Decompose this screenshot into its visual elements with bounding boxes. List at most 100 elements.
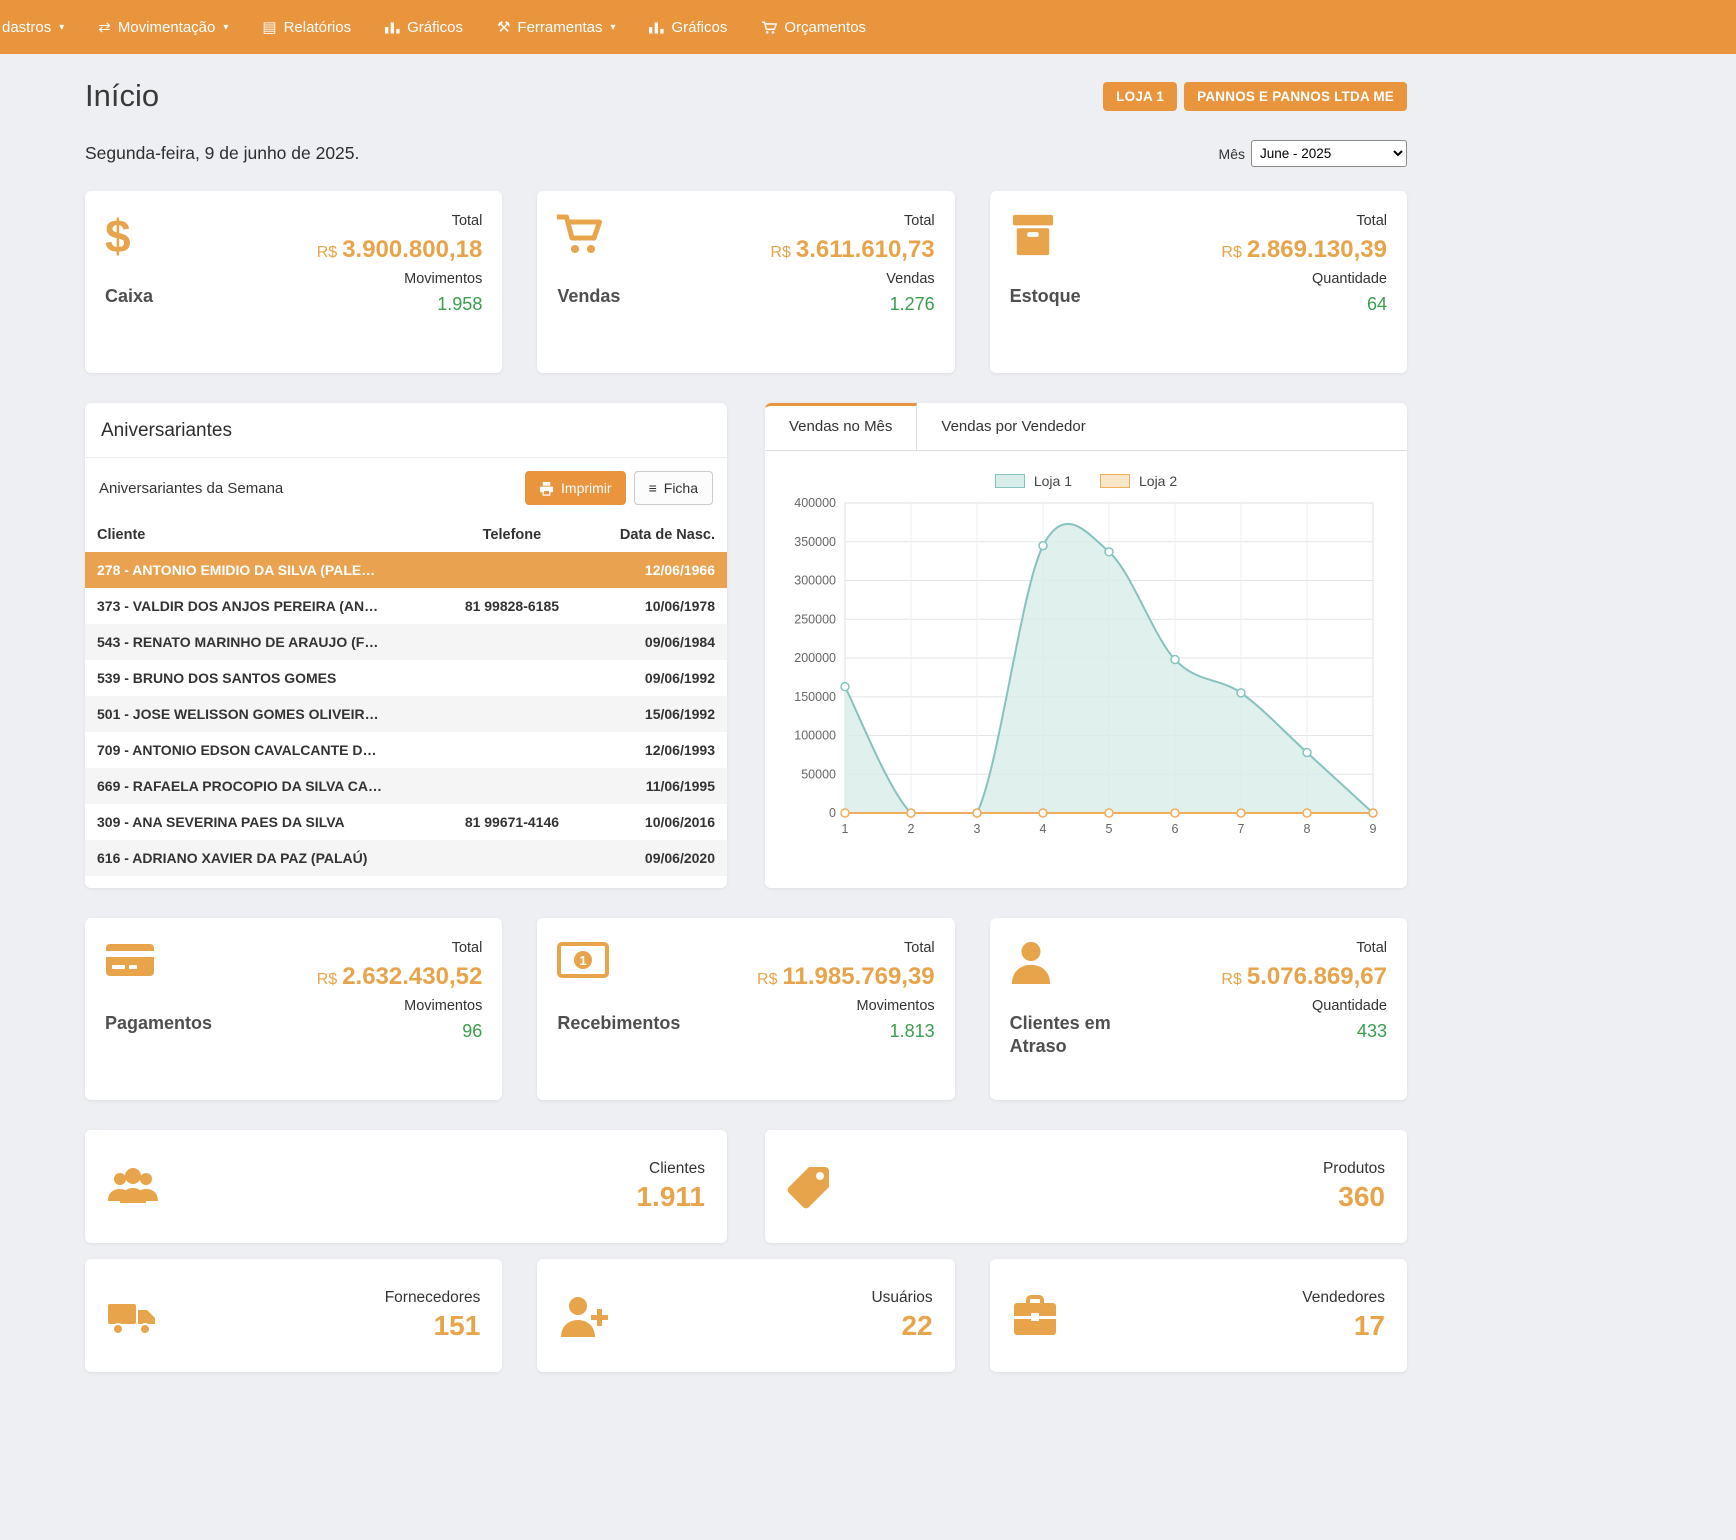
store-badges: LOJA 1 PANNOS E PANNOS LTDA ME — [1103, 82, 1407, 111]
bar-chart-icon — [385, 20, 400, 34]
svg-text:1: 1 — [842, 822, 849, 836]
legend-loja-1[interactable]: Loja 1 — [995, 473, 1072, 489]
estoque-card[interactable]: Estoque Total R$2.869.130,39 Quantidade … — [990, 191, 1407, 373]
count-label: Vendas — [770, 271, 934, 287]
count-label: Movimentos — [317, 998, 483, 1014]
tab-vendas-no-mes[interactable]: Vendas no Mês — [765, 403, 917, 450]
person-icon — [1010, 940, 1052, 984]
nav-item-movimentacao[interactable]: ⇄ Movimentação ▾ — [81, 0, 245, 54]
nav-item-ferramentas[interactable]: ⚒ Ferramentas ▾ — [480, 0, 633, 54]
pagamentos-card[interactable]: Pagamentos Total R$2.632.430,52 Moviment… — [85, 918, 502, 1100]
company-badge[interactable]: PANNOS E PANNOS LTDA ME — [1184, 82, 1407, 111]
total-label: Total — [317, 213, 483, 229]
table-row[interactable]: 709 - ANTONIO EDSON CAVALCANTE D… 12/06/… — [85, 732, 727, 768]
nav-label: Gráficos — [407, 19, 463, 36]
people-group-icon — [107, 1167, 159, 1207]
ficha-button[interactable]: ≡ Ficha — [634, 471, 713, 505]
card-title: Clientes em Atraso — [1010, 1012, 1128, 1057]
table-row[interactable]: 616 - ADRIANO XAVIER DA PAZ (PALAÚ) 09/0… — [85, 840, 727, 876]
svg-text:300000: 300000 — [794, 574, 836, 588]
svg-text:7: 7 — [1238, 822, 1245, 836]
count-label: Quantidade — [1221, 998, 1387, 1014]
svg-text:3: 3 — [974, 822, 981, 836]
nav-item-graficos-2[interactable]: Gráficos — [632, 0, 744, 54]
svg-text:4: 4 — [1040, 822, 1047, 836]
total-value: R$11.985.769,39 — [757, 963, 935, 991]
main-content: Início LOJA 1 PANNOS E PANNOS LTDA ME Se… — [85, 78, 1407, 1372]
top-navbar: dastros ▾ ⇄ Movimentação ▾ ▤ Relatórios … — [0, 0, 1736, 54]
birthdays-title: Aniversariantes — [85, 403, 727, 458]
clientes-em-atraso-card[interactable]: Clientes em Atraso Total R$5.076.869,67 … — [990, 918, 1407, 1100]
fornecedores-card[interactable]: Fornecedores 151 — [85, 1259, 502, 1372]
svg-text:400000: 400000 — [794, 496, 836, 510]
total-value: R$2.632.430,52 — [317, 963, 483, 991]
table-row[interactable]: 278 - ANTONIO EMIDIO DA SILVA (PALE… 12/… — [85, 552, 727, 588]
vendedores-card[interactable]: Vendedores 17 — [990, 1259, 1407, 1372]
sales-chart-panel: Vendas no Mês Vendas por Vendedor Loja 1… — [765, 403, 1407, 888]
caixa-card[interactable]: $ Caixa Total R$3.900.800,18 Movimentos … — [85, 191, 502, 373]
nav-label: Relatórios — [284, 19, 352, 36]
table-row[interactable]: 309 - ANA SEVERINA PAES DA SILVA 81 9967… — [85, 804, 727, 840]
card-value: 1.911 — [636, 1181, 705, 1213]
total-label: Total — [317, 940, 483, 956]
card-title: Vendas — [557, 285, 675, 308]
clientes-card[interactable]: Clientes 1.911 — [85, 1130, 727, 1243]
birthdays-subtitle: Aniversariantes da Semana — [99, 480, 283, 497]
total-value: R$3.611.610,73 — [770, 236, 934, 264]
briefcase-icon — [1012, 1295, 1058, 1337]
total-value: R$3.900.800,18 — [317, 236, 483, 264]
birthdays-panel: Aniversariantes Aniversariantes da Seman… — [85, 403, 727, 888]
nav-item-graficos-1[interactable]: Gráficos — [368, 0, 480, 54]
nav-item-cadastros[interactable]: dastros ▾ — [0, 0, 81, 54]
col-telefone: Telefone — [432, 518, 593, 552]
box-icon — [1010, 213, 1056, 257]
print-button[interactable]: Imprimir — [525, 471, 626, 505]
usuarios-card[interactable]: Usuários 22 — [537, 1259, 954, 1372]
total-label: Total — [770, 213, 934, 229]
card-label: Produtos — [1323, 1160, 1385, 1178]
user-plus-icon — [559, 1295, 609, 1337]
nav-item-relatorios[interactable]: ▤ Relatórios — [245, 0, 368, 54]
table-row[interactable]: 501 - JOSE WELISSON GOMES OLIVEIR… 15/06… — [85, 696, 727, 732]
birthdays-table: Cliente Telefone Data de Nasc. 278 - ANT… — [85, 518, 727, 876]
produtos-card[interactable]: Produtos 360 — [765, 1130, 1407, 1243]
table-row[interactable]: 539 - BRUNO DOS SANTOS GOMES 09/06/1992 — [85, 660, 727, 696]
card-value: 22 — [871, 1310, 932, 1342]
card-label: Fornecedores — [385, 1289, 481, 1307]
wrench-icon: ⚒ — [497, 18, 510, 36]
svg-text:250000: 250000 — [794, 612, 836, 626]
chevron-down-icon: ▾ — [610, 22, 615, 33]
nav-label: Gráficos — [671, 19, 727, 36]
card-label: Vendedores — [1302, 1289, 1385, 1307]
nav-item-orcamentos[interactable]: Orçamentos — [744, 0, 883, 54]
month-picker: Mês June - 2025 — [1219, 140, 1407, 167]
table-row[interactable]: 543 - RENATO MARINHO DE ARAUJO (F… 09/06… — [85, 624, 727, 660]
svg-text:2: 2 — [908, 822, 915, 836]
svg-text:8: 8 — [1304, 822, 1311, 836]
card-title: Recebimentos — [557, 1012, 675, 1035]
total-value: R$5.076.869,67 — [1221, 963, 1387, 991]
card-label: Clientes — [636, 1160, 705, 1178]
vendas-card[interactable]: Vendas Total R$3.611.610,73 Vendas 1.276 — [537, 191, 954, 373]
card-label: Usuários — [871, 1289, 932, 1307]
table-row[interactable]: 669 - RAFAELA PROCOPIO DA SILVA CA… 11/0… — [85, 768, 727, 804]
count-label: Quantidade — [1221, 271, 1387, 287]
dollar-icon: $ — [105, 213, 131, 259]
bar-chart-icon — [649, 20, 664, 34]
nav-label: Ferramentas — [517, 19, 602, 36]
svg-text:6: 6 — [1172, 822, 1179, 836]
chart-tabs: Vendas no Mês Vendas por Vendedor — [765, 403, 1407, 451]
tag-icon — [787, 1165, 831, 1209]
svg-text:50000: 50000 — [801, 767, 836, 781]
nav-label: dastros — [2, 19, 51, 36]
recebimentos-card[interactable]: 1 Recebimentos Total R$11.985.769,39 Mov… — [537, 918, 954, 1100]
table-row[interactable]: 373 - VALDIR DOS ANJOS PEREIRA (AN… 81 9… — [85, 588, 727, 624]
count-value: 433 — [1221, 1021, 1387, 1042]
count-value: 1.958 — [317, 294, 483, 315]
count-label: Movimentos — [317, 271, 483, 287]
store-badge[interactable]: LOJA 1 — [1103, 82, 1177, 111]
month-select[interactable]: June - 2025 — [1251, 140, 1407, 167]
legend-loja-2[interactable]: Loja 2 — [1100, 473, 1177, 489]
truck-icon — [107, 1296, 157, 1336]
tab-vendas-por-vendedor[interactable]: Vendas por Vendedor — [917, 403, 1109, 450]
